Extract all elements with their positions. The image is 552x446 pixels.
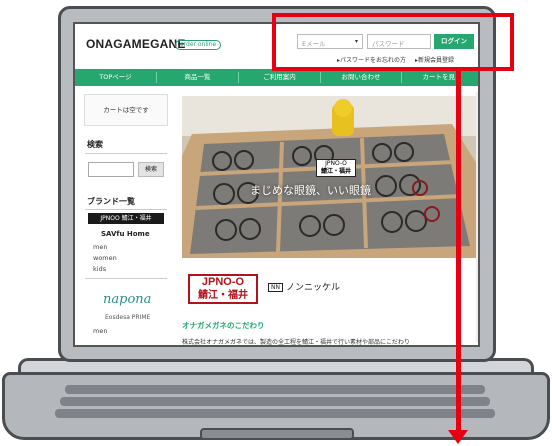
- hero-badge: JPNO-O 鯖江・福井: [316, 159, 356, 177]
- keyboard-row: [60, 397, 490, 406]
- nav-contact[interactable]: お問い合わせ: [321, 69, 401, 86]
- nav-cart[interactable]: カートを見る: [402, 69, 478, 86]
- annotation-arrow-head-icon: [448, 430, 468, 444]
- hero-glasses-tray-image: [182, 96, 478, 258]
- divider: [85, 153, 167, 154]
- keyboard-row: [55, 409, 495, 418]
- hero-badge-bottom: 鯖江・福井: [320, 168, 351, 175]
- brand-jpnoo-link[interactable]: JPNOO 鯖江・福井: [88, 213, 164, 224]
- cart-status: カートは空です: [84, 94, 168, 126]
- non-nickel-label: ノンニッケル: [285, 283, 340, 293]
- site-logo[interactable]: ONAGAMEGANE: [86, 37, 186, 51]
- annotation-arrow-line: [456, 71, 461, 432]
- brand-napona-logo[interactable]: napona: [103, 292, 151, 307]
- divider: [85, 278, 167, 279]
- divider: [85, 209, 167, 210]
- keyboard-row: [65, 385, 485, 394]
- scrollbar[interactable]: [476, 92, 478, 342]
- section-heading: オナガメガネのこだわり: [182, 321, 265, 330]
- nav-top[interactable]: TOPページ: [75, 69, 156, 86]
- hero-badge-top: JPNO-O: [325, 160, 347, 167]
- section-body: 株式会社オナガメガネでは、製造の全工程を鯖江・福井で行い素材や部品にこだわり: [182, 339, 410, 346]
- search-heading: 検索: [87, 140, 103, 149]
- brand-savfu-home-logo[interactable]: SAVfu Home: [101, 230, 150, 238]
- category-men-prime[interactable]: men: [93, 327, 107, 335]
- category-women[interactable]: women: [93, 254, 117, 262]
- jpnoo-logo-bottom: 鯖江・福井: [198, 290, 248, 301]
- nav-guide[interactable]: ご利用案内: [239, 69, 320, 86]
- main-nav: TOPページ 商品一覧 ご利用案内 お問い合わせ カートを見る: [75, 69, 478, 86]
- login-highlight-box: [272, 13, 514, 71]
- non-nickel-mark-icon: NN: [268, 283, 283, 292]
- category-kids[interactable]: kids: [93, 265, 106, 273]
- category-men[interactable]: men: [93, 243, 107, 251]
- hero-tagline: まじめな眼鏡、いい眼鏡: [250, 184, 371, 197]
- jpnoo-logo-top: JPNO-O: [201, 276, 245, 288]
- jpnoo-brand-logo[interactable]: JPNO-O 鯖江・福井: [188, 274, 258, 304]
- search-button[interactable]: 検索: [138, 162, 164, 177]
- brand-heading: ブランド一覧: [87, 197, 135, 206]
- brand-prime-logo[interactable]: Eosdesa PRIME: [105, 314, 150, 321]
- trackpad: [200, 428, 354, 440]
- nav-products[interactable]: 商品一覧: [157, 69, 238, 86]
- search-input[interactable]: [88, 162, 134, 177]
- order-online-badge: order online: [175, 40, 222, 50]
- non-nickel-logo: NN ノンニッケル: [268, 280, 340, 293]
